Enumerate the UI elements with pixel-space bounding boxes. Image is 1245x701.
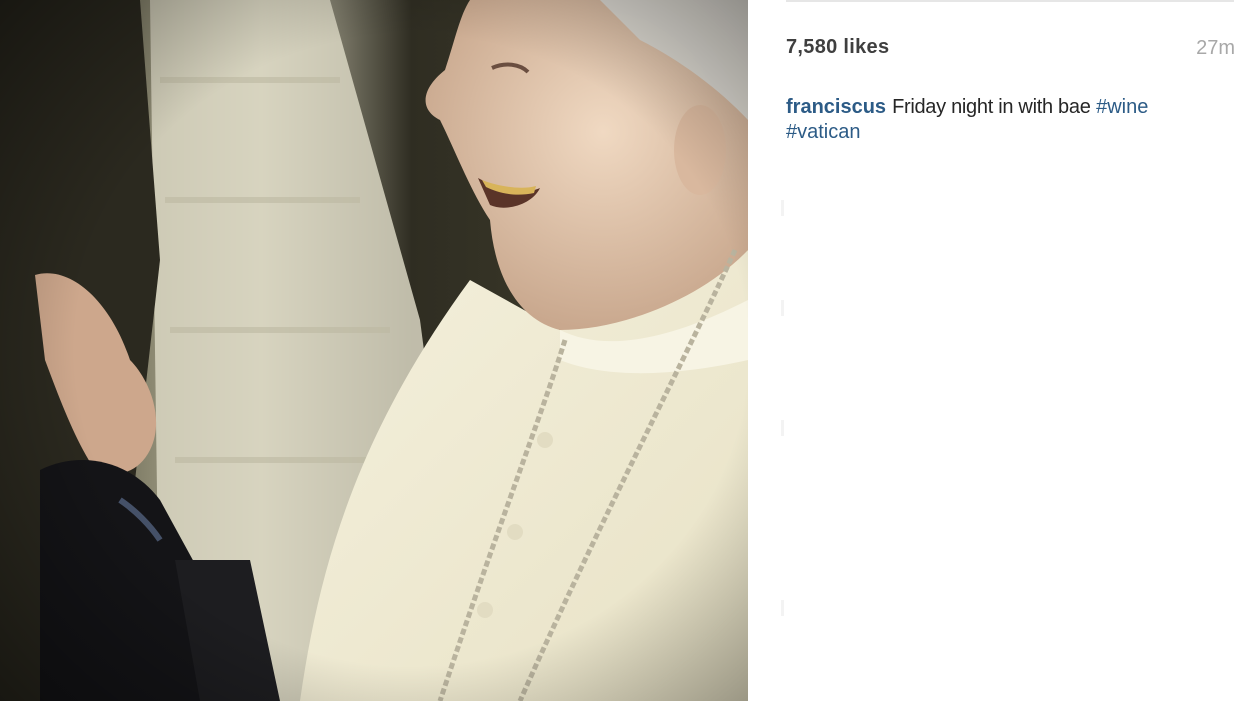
likes-count[interactable]: 7,580 likes [786,36,889,59]
caption-username[interactable]: franciscus [786,96,886,118]
hashtag-wine[interactable]: #wine [1096,96,1148,118]
hashtag-vatican[interactable]: #vatican [786,121,861,143]
timestamp[interactable]: 27m [1196,37,1235,60]
post-info-panel: 7,580 likes 27m franciscus Friday night i… [748,0,1245,701]
divider [786,0,1234,2]
caption: franciscus Friday night in with bae #wine… [786,95,1206,145]
comment-placeholder [781,420,784,436]
comment-placeholder [781,200,784,216]
caption-text: Friday night in with bae [892,96,1091,118]
post-photo[interactable] [0,0,748,701]
comment-placeholder [781,600,784,616]
comment-placeholder [781,300,784,316]
instagram-post: 7,580 likes 27m franciscus Friday night i… [0,0,1245,701]
photo-image [0,0,748,701]
